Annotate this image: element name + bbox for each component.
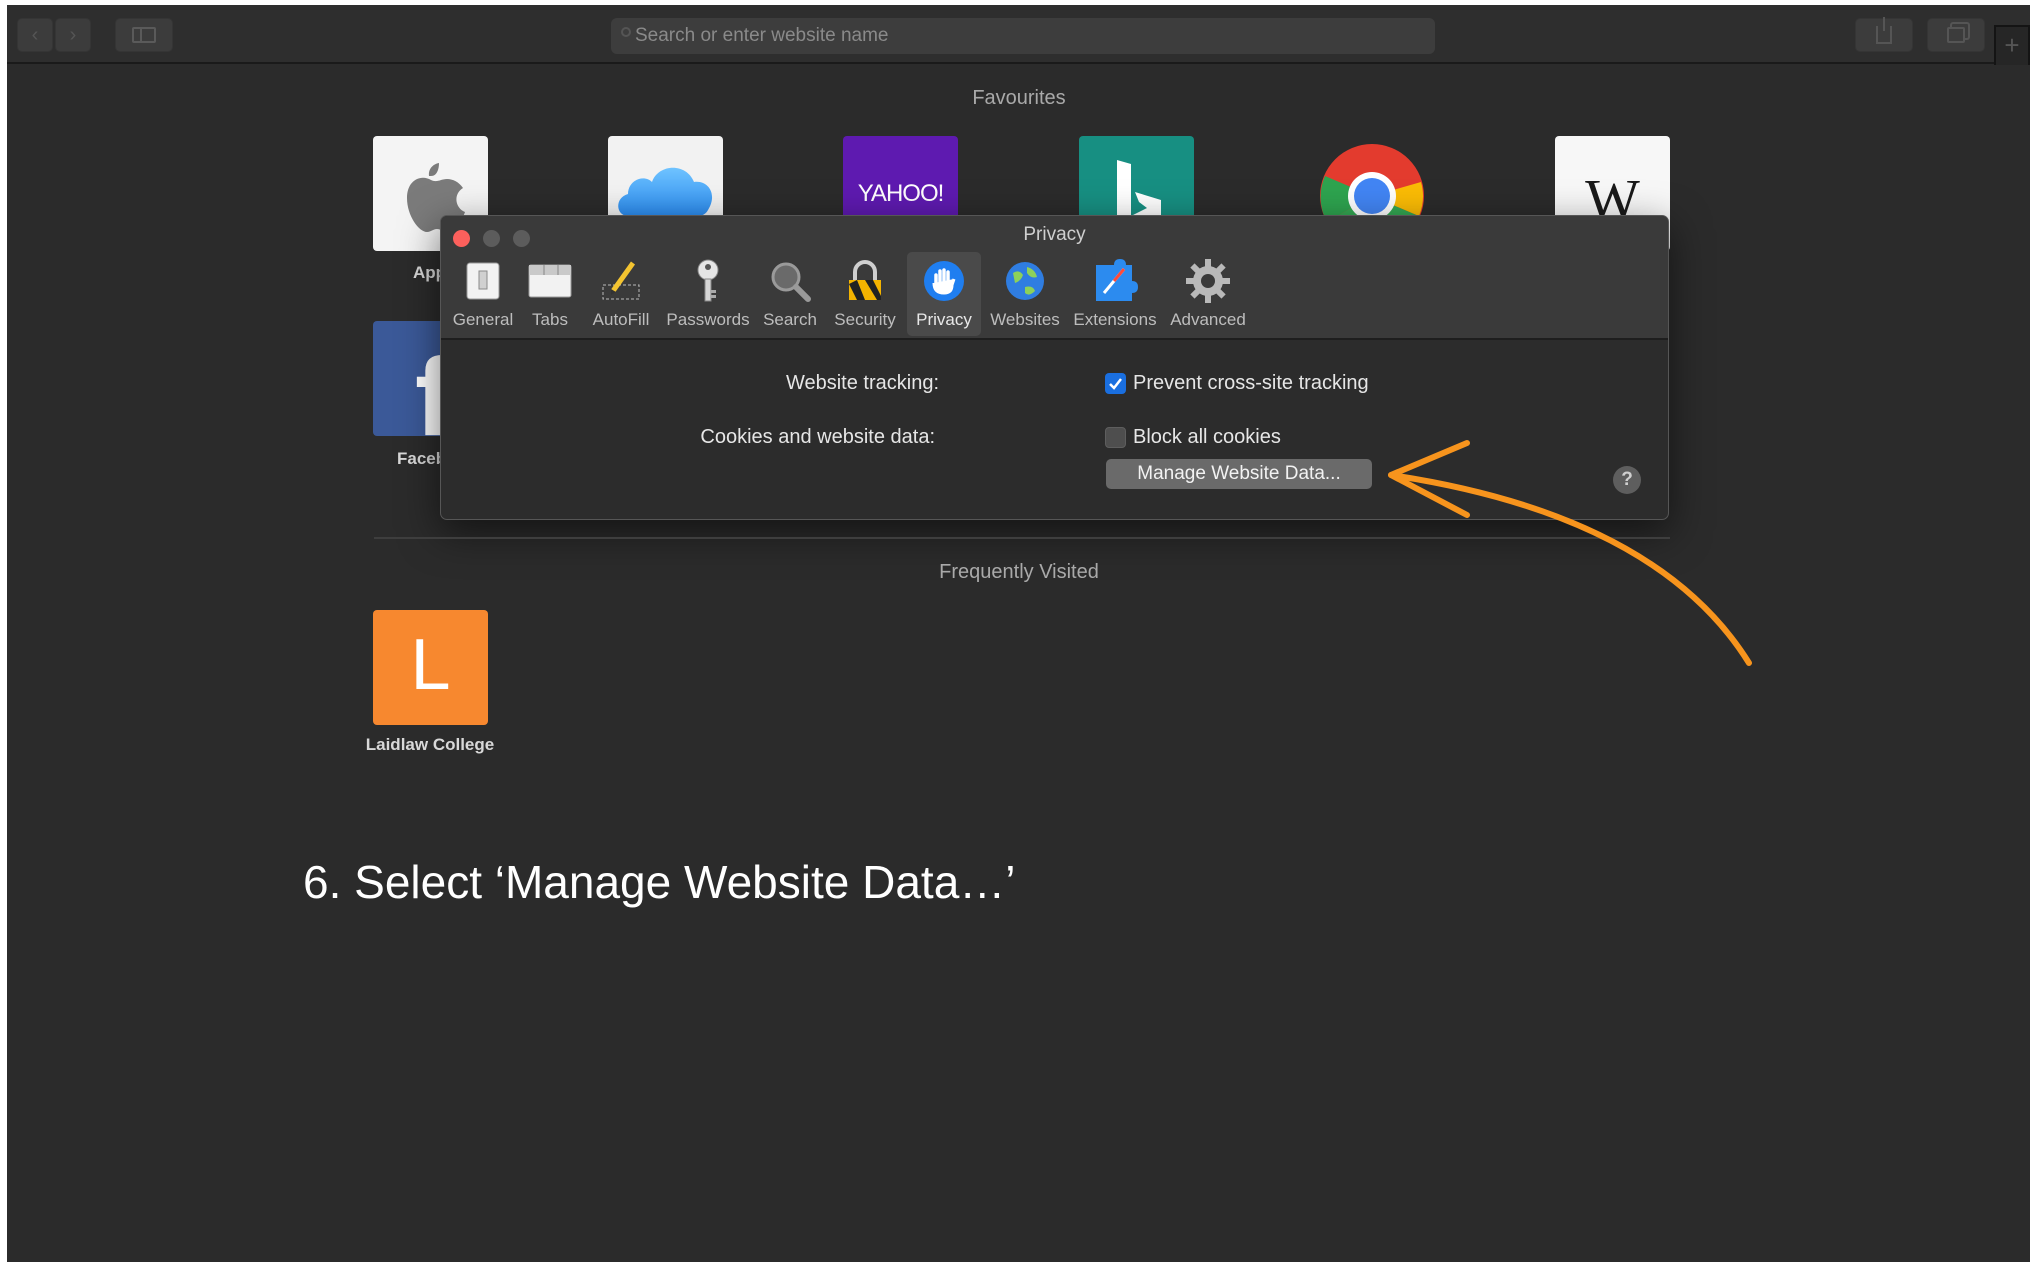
search-icon: [621, 27, 631, 37]
tab-autofill-label: AutoFill: [592, 310, 650, 329]
tab-autofill[interactable]: AutoFill: [585, 252, 657, 336]
frequently-visited-heading: Frequently Visited: [939, 561, 1099, 583]
prevent-tracking-label: Prevent cross-site tracking: [1133, 372, 1369, 394]
chevron-left-icon: ‹: [31, 23, 39, 46]
safari-window: ‹ › Search or enter website name + Favou…: [7, 5, 2030, 1262]
tab-overview-icon: [1947, 27, 1965, 43]
tab-passwords[interactable]: Passwords: [663, 252, 753, 336]
tab-extensions-label: Extensions: [1073, 310, 1157, 329]
cookies-label: Cookies and website data:: [700, 426, 935, 448]
back-button[interactable]: ‹: [17, 18, 53, 52]
puzzle-compass-icon: [1096, 259, 1138, 301]
yahoo-logo: YAHOO!: [857, 180, 945, 207]
tab-search-label: Search: [763, 310, 817, 329]
favourites-heading: Favourites: [972, 87, 1066, 109]
website-tracking-label: Website tracking:: [785, 372, 939, 394]
lock-icon: [849, 260, 881, 300]
tab-advanced[interactable]: Advanced: [1163, 252, 1253, 336]
checkmark-icon: [1109, 378, 1122, 390]
hand-icon: [924, 261, 964, 301]
tab-privacy-label: Privacy: [916, 310, 972, 329]
laidlaw-letter-icon: L: [410, 625, 451, 705]
tab-extensions[interactable]: Extensions: [1069, 252, 1161, 336]
key-icon: [697, 259, 719, 302]
tab-security[interactable]: Security: [827, 252, 903, 336]
gear-icon: [1186, 259, 1230, 303]
tab-tabs[interactable]: Tabs: [521, 252, 579, 336]
annotation-arrow: [1388, 440, 1752, 666]
tab-advanced-label: Advanced: [1170, 310, 1246, 329]
frequent-laidlaw[interactable]: L: [373, 610, 488, 725]
share-icon: [1876, 17, 1892, 44]
forward-button[interactable]: ›: [55, 18, 91, 52]
share-button[interactable]: [1855, 17, 1913, 52]
tab-passwords-label: Passwords: [666, 310, 750, 329]
tabs-icon: [528, 264, 572, 298]
globe-icon: [1006, 262, 1044, 300]
browser-toolbar: ‹ › Search or enter website name +: [7, 5, 2030, 65]
tab-general[interactable]: General: [447, 252, 519, 336]
chevron-right-icon: ›: [69, 23, 77, 46]
search-input[interactable]: Search or enter website name: [611, 18, 1435, 54]
plus-icon: +: [2004, 30, 2020, 60]
window-title: Privacy: [1023, 224, 1086, 245]
sidebar-icon: [132, 27, 156, 43]
sidebar-button[interactable]: [115, 18, 173, 52]
new-tab-button[interactable]: +: [1994, 25, 2030, 65]
tab-general-label: General: [452, 310, 514, 329]
instruction-caption: 6. Select ‘Manage Website Data…’: [303, 856, 1016, 908]
tab-websites-label: Websites: [990, 310, 1060, 329]
tab-search[interactable]: Search: [757, 252, 823, 336]
frequent-laidlaw-label: Laidlaw College: [365, 735, 495, 754]
tab-security-label: Security: [834, 310, 896, 329]
tab-tabs-label: Tabs: [532, 310, 568, 329]
magnifier-icon: [771, 262, 811, 302]
prevent-tracking-checkbox[interactable]: [1105, 373, 1126, 394]
tab-websites[interactable]: Websites: [985, 252, 1065, 336]
tab-overview-button[interactable]: [1927, 18, 1985, 52]
pencil-icon: [602, 261, 640, 300]
block-cookies-checkbox[interactable]: [1105, 427, 1126, 448]
switch-icon: [466, 262, 500, 300]
preferences-toolbar: Privacy General Tabs AutoFill Passwords …: [441, 216, 1668, 340]
block-cookies-label: Block all cookies: [1133, 426, 1281, 448]
search-placeholder: Search or enter website name: [635, 25, 889, 46]
tab-privacy[interactable]: Privacy: [907, 252, 981, 336]
manage-website-data-button[interactable]: Manage Website Data...: [1106, 459, 1372, 489]
